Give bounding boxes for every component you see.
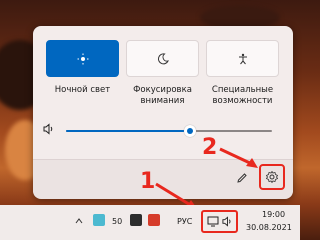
pencil-icon[interactable]	[236, 172, 248, 184]
moon-icon	[157, 52, 169, 64]
volume-slider[interactable]	[66, 125, 272, 137]
taskbar: 50 РУС 19:00 30.08.2021	[0, 205, 300, 240]
network-icon	[207, 216, 218, 227]
dark-app-icon[interactable]	[130, 214, 142, 226]
accessibility-label: Специальные возможности	[211, 85, 274, 106]
volume-slider-fill	[66, 130, 190, 132]
quick-settings-panel: Ночной свет Фокусировка внимания Специал…	[33, 26, 293, 199]
accessibility-toggle[interactable]	[206, 40, 279, 77]
tray-quick-settings-button[interactable]	[201, 210, 238, 233]
night-light-label: Ночной свет	[54, 85, 111, 95]
speaker-icon[interactable]	[43, 123, 55, 135]
gear-icon	[266, 171, 278, 183]
settings-button[interactable]	[259, 164, 285, 190]
volume-slider-thumb[interactable]	[184, 125, 196, 137]
night-light-toggle[interactable]	[46, 40, 119, 77]
annotation-number-2: 2	[202, 135, 218, 160]
brightness-icon	[77, 53, 88, 64]
chevron-up-icon[interactable]	[74, 216, 84, 226]
language-indicator[interactable]: РУС	[177, 217, 192, 226]
red-app-icon[interactable]	[148, 214, 160, 226]
annotation-arrow-2	[219, 147, 258, 168]
taskbar-date[interactable]: 30.08.2021	[246, 223, 292, 232]
accessibility-icon	[238, 53, 247, 64]
speaker-icon	[221, 216, 230, 227]
focus-assist-toggle[interactable]	[126, 40, 199, 77]
focus-assist-label: Фокусировка внимания	[133, 85, 192, 106]
volume-row	[33, 122, 293, 140]
taskbar-time[interactable]: 19:00	[262, 210, 285, 219]
app-icon[interactable]	[93, 214, 105, 226]
notification-count: 50	[112, 217, 123, 226]
